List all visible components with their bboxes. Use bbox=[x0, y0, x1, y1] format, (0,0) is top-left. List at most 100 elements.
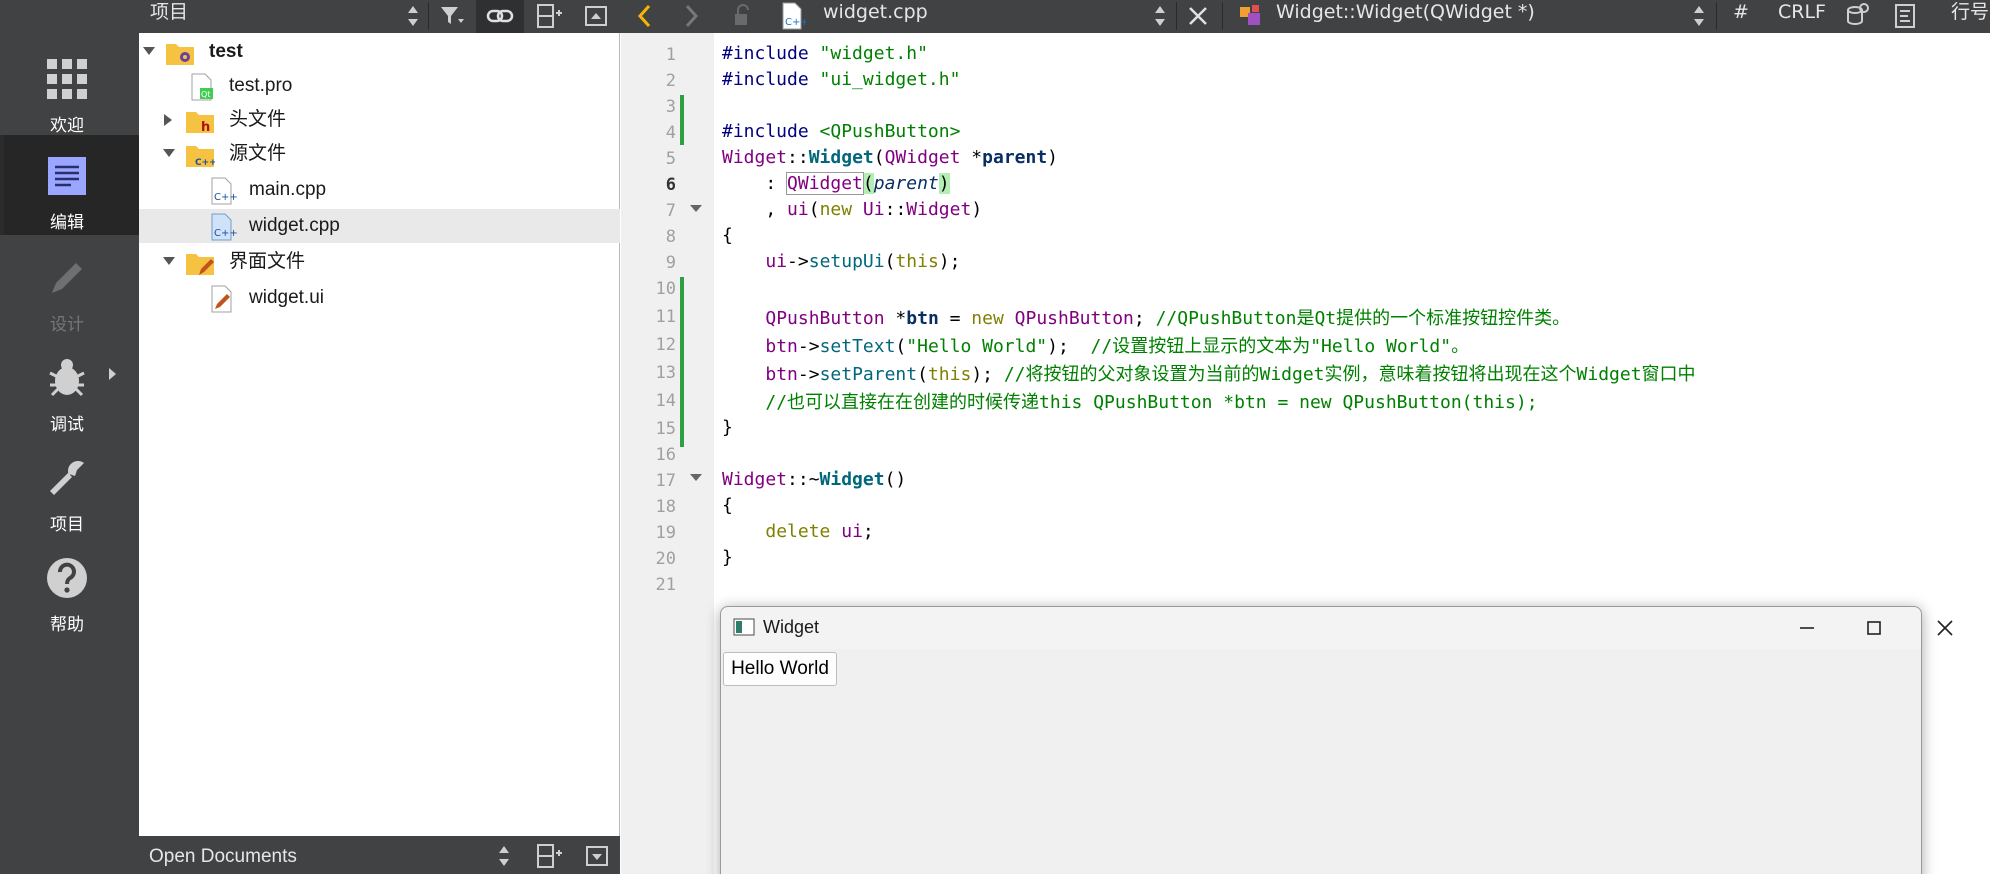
line-number: 17 bbox=[655, 471, 676, 491]
chevron-right-icon[interactable] bbox=[164, 114, 172, 126]
tree-item-project-test[interactable]: test bbox=[139, 35, 620, 69]
svg-text:C++: C++ bbox=[785, 17, 806, 28]
chevron-down-icon[interactable] bbox=[143, 47, 155, 55]
code-line: #include "widget.h" bbox=[722, 43, 928, 64]
change-marker bbox=[680, 95, 684, 145]
open-documents-bar[interactable]: Open Documents bbox=[139, 836, 620, 874]
wrench-icon bbox=[50, 461, 84, 495]
tree-label: test.pro bbox=[229, 75, 293, 96]
updown-arrows-icon[interactable] bbox=[489, 841, 519, 871]
line-number-label[interactable]: 行号 bbox=[1951, 0, 1989, 33]
fold-arrow-icon[interactable] bbox=[690, 205, 702, 212]
tree-item-sources[interactable]: C++ 源文件 bbox=[139, 137, 620, 171]
mode-edit[interactable]: 编辑 bbox=[0, 135, 139, 235]
tree-item-widget-ui[interactable]: widget.ui bbox=[139, 281, 620, 315]
divider bbox=[1176, 2, 1177, 30]
svg-text:C++: C++ bbox=[195, 158, 215, 168]
code-line: Widget::~Widget() bbox=[722, 469, 907, 490]
updown-arrows-icon[interactable] bbox=[398, 1, 428, 31]
mode-label: 欢迎 bbox=[50, 116, 84, 136]
symbol-class-icon bbox=[1240, 5, 1260, 25]
mode-help[interactable]: 帮助 bbox=[0, 537, 139, 637]
updown-arrows-icon[interactable] bbox=[1145, 1, 1175, 31]
tree-item-main-cpp[interactable]: C++ main.cpp bbox=[139, 173, 620, 207]
mode-design[interactable]: 设计 bbox=[0, 237, 139, 337]
database-icon[interactable] bbox=[1843, 1, 1873, 31]
lock-icon bbox=[735, 4, 749, 25]
tree-label: 源文件 bbox=[229, 143, 287, 164]
qt-pro-file-icon: Qt bbox=[191, 73, 213, 101]
svg-text:C++: C++ bbox=[214, 228, 237, 239]
code-line: { bbox=[722, 225, 733, 246]
mode-debug[interactable]: 调试 bbox=[0, 337, 139, 437]
edit-doc-icon bbox=[48, 157, 86, 195]
header-folder-icon: h bbox=[186, 112, 214, 135]
tree-label: 头文件 bbox=[229, 109, 287, 130]
close-icon[interactable] bbox=[1183, 1, 1213, 31]
code-line: delete ui; bbox=[765, 521, 874, 542]
maximize-icon[interactable] bbox=[1854, 613, 1894, 643]
symbol-combo[interactable]: Widget::Widget(QWidget *) bbox=[1276, 0, 1535, 33]
filter-icon[interactable] bbox=[436, 1, 466, 31]
split-add-icon[interactable] bbox=[534, 1, 564, 31]
minimize-icon[interactable] bbox=[1787, 613, 1827, 643]
fold-arrow-icon[interactable] bbox=[690, 474, 702, 481]
collapse-panel-icon[interactable] bbox=[582, 841, 612, 871]
ui-file-icon bbox=[211, 285, 232, 313]
tree-item-test-pro[interactable]: Qt test.pro bbox=[139, 69, 620, 103]
chevron-down-icon[interactable] bbox=[163, 257, 175, 265]
window-titlebar[interactable]: Widget bbox=[721, 607, 1953, 649]
mode-projects[interactable]: 项目 bbox=[0, 437, 139, 537]
line-ending-combo[interactable]: CRLF bbox=[1778, 0, 1826, 33]
code-line: } bbox=[722, 547, 733, 568]
open-file-combo[interactable]: widget.cpp bbox=[823, 0, 928, 33]
hello-world-button[interactable]: Hello World bbox=[723, 652, 837, 686]
mode-label: 帮助 bbox=[50, 615, 84, 635]
app-window-icon bbox=[733, 618, 755, 636]
window-title: Widget bbox=[763, 617, 820, 637]
line-number: 18 bbox=[655, 497, 676, 517]
chevron-down-icon[interactable] bbox=[163, 149, 175, 157]
project-folder-icon bbox=[166, 44, 194, 65]
source-folder-icon: C++ bbox=[186, 146, 215, 168]
tree-item-headers[interactable]: h 头文件 bbox=[139, 103, 620, 137]
code-line: //也可以直接在在创建的时候传递this QPushButton *btn = … bbox=[765, 392, 1538, 413]
hash-button[interactable]: # bbox=[1733, 0, 1749, 33]
widget-app-window[interactable]: Widget Hello World bbox=[720, 606, 1953, 874]
line-number: 12 bbox=[655, 335, 676, 355]
mode-welcome[interactable]: 欢迎 bbox=[0, 38, 139, 138]
line-number: 14 bbox=[655, 391, 676, 411]
project-view-combo[interactable]: 项目 bbox=[150, 0, 188, 33]
help-icon bbox=[47, 558, 87, 598]
tree-label: widget.ui bbox=[249, 287, 324, 308]
tree-label: widget.cpp bbox=[249, 215, 340, 236]
chevron-right-icon[interactable] bbox=[108, 367, 118, 381]
tree-item-widget-cpp[interactable]: C++ widget.cpp bbox=[139, 209, 620, 243]
outline-icon[interactable] bbox=[1891, 1, 1921, 31]
code-line: QPushButton *btn = new QPushButton; //QP… bbox=[765, 308, 1571, 329]
back-arrow-icon[interactable] bbox=[630, 1, 660, 31]
link-icon[interactable] bbox=[485, 1, 515, 31]
code-line: : QWidget(parent) bbox=[722, 172, 950, 195]
cpp-file-icon: C++ bbox=[211, 213, 237, 241]
close-icon[interactable] bbox=[1925, 613, 1965, 643]
line-number: 10 bbox=[655, 279, 676, 299]
svg-text:h: h bbox=[201, 120, 210, 135]
svg-text:Qt: Qt bbox=[201, 90, 210, 99]
split-add-icon[interactable] bbox=[534, 841, 564, 871]
code-line: { bbox=[722, 495, 733, 516]
mode-label: 设计 bbox=[50, 315, 84, 335]
code-line: btn->setParent(this); //将按钮的父对象设置为当前的Wid… bbox=[765, 364, 1696, 385]
divider bbox=[1716, 2, 1717, 30]
line-number: 13 bbox=[655, 363, 676, 383]
mode-sidebar: 欢迎 编辑 设计 调试 项目 帮助 bbox=[0, 33, 139, 874]
close-sidebar-icon[interactable] bbox=[581, 1, 611, 31]
line-number: 5 bbox=[665, 149, 676, 169]
forward-arrow-icon[interactable] bbox=[676, 1, 706, 31]
tree-item-forms[interactable]: 界面文件 bbox=[139, 245, 620, 279]
updown-arrows-icon[interactable] bbox=[1684, 1, 1714, 31]
project-tree-panel: test Qt test.pro h 头文件 C++ 源文件 C++ main.… bbox=[139, 33, 620, 836]
code-line: btn->setText("Hello World"); //设置按钮上显示的文… bbox=[765, 336, 1470, 357]
form-folder-icon bbox=[186, 254, 214, 275]
top-toolbar: 项目 C++ widget.cpp Widget::Widget(QWidget… bbox=[0, 0, 1990, 33]
